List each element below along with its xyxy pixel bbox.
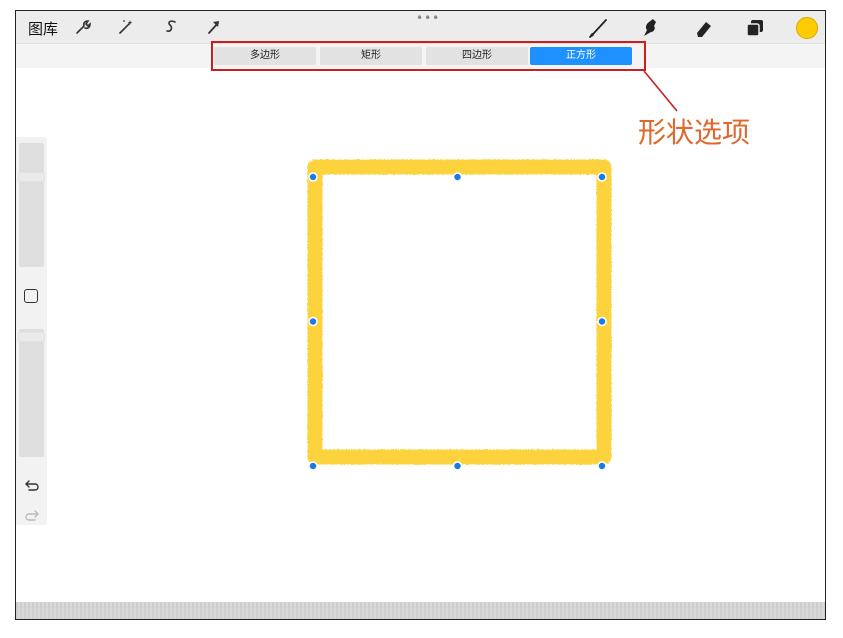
shape-control-nodes: [308, 172, 607, 471]
shape-node[interactable]: [597, 316, 607, 327]
drawing-canvas[interactable]: [16, 68, 825, 603]
shape-node[interactable]: [308, 172, 318, 182]
shape-options-bar: 多边形 矩形 四边形 正方形: [16, 44, 825, 68]
brush-icon[interactable]: [586, 16, 610, 40]
gallery-button[interactable]: 图库: [28, 18, 58, 39]
square-shape[interactable]: [16, 68, 825, 603]
tab-rectangle[interactable]: 矩形: [320, 47, 422, 65]
shape-node[interactable]: [308, 461, 318, 471]
magic-wand-icon[interactable]: [116, 17, 136, 37]
shape-node[interactable]: [308, 316, 318, 327]
shape-node[interactable]: [597, 172, 607, 182]
shape-node[interactable]: [452, 172, 463, 182]
top-toolbar: 图库 •••: [16, 11, 825, 44]
wrench-icon[interactable]: [73, 17, 93, 37]
square-stroke[interactable]: [307, 159, 612, 465]
color-swatch[interactable]: [796, 17, 818, 39]
shape-node[interactable]: [597, 461, 607, 471]
transform-arrow-icon[interactable]: [204, 17, 224, 37]
tab-polygon[interactable]: 多边形: [214, 47, 316, 65]
shape-node[interactable]: [452, 461, 463, 471]
tab-quadrilateral[interactable]: 四边形: [426, 47, 528, 65]
selection-icon[interactable]: [161, 17, 181, 37]
bottom-strip: [16, 602, 825, 619]
smudge-icon[interactable]: [638, 16, 662, 40]
layers-icon[interactable]: [743, 16, 767, 40]
eraser-icon[interactable]: [692, 16, 716, 40]
procreate-window: 图库 ••• 多边形 矩形 四边形 正方形 形状选项: [15, 10, 826, 620]
drag-handle[interactable]: •••: [416, 11, 440, 25]
tab-square[interactable]: 正方形: [530, 47, 632, 65]
